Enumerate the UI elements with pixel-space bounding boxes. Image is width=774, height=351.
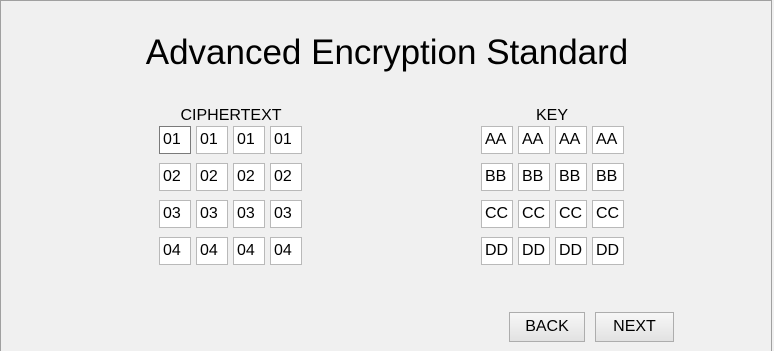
key-cell-r2c3[interactable] <box>555 163 587 191</box>
key-cell-r4c3[interactable] <box>555 237 587 265</box>
next-button[interactable]: NEXT <box>595 312 674 342</box>
key-cell-r3c2[interactable] <box>518 200 550 228</box>
key-cell-r1c1[interactable] <box>481 126 513 154</box>
ciphertext-label: CIPHERTEXT <box>180 107 282 124</box>
ciphertext-cell-r3c2[interactable] <box>196 200 228 228</box>
ciphertext-cell-r1c2[interactable] <box>196 126 228 154</box>
key-cell-r4c1[interactable] <box>481 237 513 265</box>
ciphertext-cell-r2c2[interactable] <box>196 163 228 191</box>
back-button[interactable]: BACK <box>509 312 585 342</box>
ciphertext-cell-r4c2[interactable] <box>196 237 228 265</box>
key-cell-r1c4[interactable] <box>592 126 624 154</box>
key-label: KEY <box>535 107 568 124</box>
ciphertext-cell-r4c3[interactable] <box>233 237 265 265</box>
ciphertext-cell-r3c4[interactable] <box>270 200 302 228</box>
ciphertext-cell-r1c1[interactable] <box>159 126 191 154</box>
ciphertext-cell-r4c1[interactable] <box>159 237 191 265</box>
ciphertext-grid <box>159 126 302 265</box>
ciphertext-cell-r4c4[interactable] <box>270 237 302 265</box>
ciphertext-cell-r2c3[interactable] <box>233 163 265 191</box>
key-cell-r2c4[interactable] <box>592 163 624 191</box>
ciphertext-cell-r3c3[interactable] <box>233 200 265 228</box>
key-cell-r2c1[interactable] <box>481 163 513 191</box>
page-title: Advanced Encryption Standard <box>145 33 629 72</box>
ciphertext-cell-r1c4[interactable] <box>270 126 302 154</box>
key-cell-r3c1[interactable] <box>481 200 513 228</box>
key-grid <box>481 126 624 265</box>
ciphertext-cell-r3c1[interactable] <box>159 200 191 228</box>
key-cell-r3c3[interactable] <box>555 200 587 228</box>
ciphertext-cell-r2c1[interactable] <box>159 163 191 191</box>
key-cell-r3c4[interactable] <box>592 200 624 228</box>
key-cell-r4c4[interactable] <box>592 237 624 265</box>
key-cell-r4c2[interactable] <box>518 237 550 265</box>
key-cell-r2c2[interactable] <box>518 163 550 191</box>
key-cell-r1c3[interactable] <box>555 126 587 154</box>
ciphertext-cell-r2c4[interactable] <box>270 163 302 191</box>
ciphertext-cell-r1c3[interactable] <box>233 126 265 154</box>
key-cell-r1c2[interactable] <box>518 126 550 154</box>
